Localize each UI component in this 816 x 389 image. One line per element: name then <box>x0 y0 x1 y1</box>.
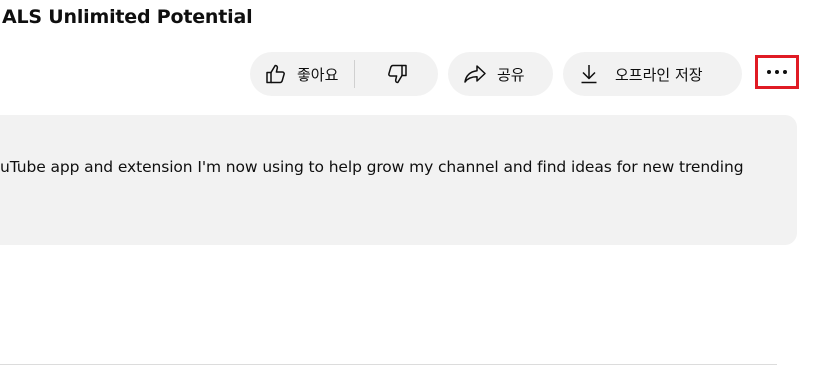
more-actions-button[interactable] <box>755 55 799 89</box>
download-icon <box>581 65 597 84</box>
section-divider <box>0 364 777 365</box>
action-bar: 좋아요 공유 오프라인 저장 <box>0 52 816 96</box>
description-box[interactable]: uTube app and extension I'm now using to… <box>0 115 797 245</box>
more-horizontal-icon <box>767 70 787 74</box>
like-label: 좋아요 <box>297 65 339 84</box>
thumbs-up-icon <box>266 64 285 84</box>
dislike-button[interactable] <box>355 52 438 96</box>
share-button[interactable]: 공유 <box>448 52 553 96</box>
like-button[interactable]: 좋아요 <box>250 52 354 96</box>
share-label: 공유 <box>497 65 525 84</box>
download-label: 오프라인 저장 <box>615 65 703 84</box>
download-button[interactable]: 오프라인 저장 <box>563 52 742 96</box>
like-dislike-group: 좋아요 <box>250 52 438 96</box>
channel-title[interactable]: ALS Unlimited Potential <box>2 6 253 28</box>
share-arrow-icon <box>464 65 486 83</box>
description-text: uTube app and extension I'm now using to… <box>0 158 744 176</box>
thumbs-down-icon <box>387 64 407 84</box>
